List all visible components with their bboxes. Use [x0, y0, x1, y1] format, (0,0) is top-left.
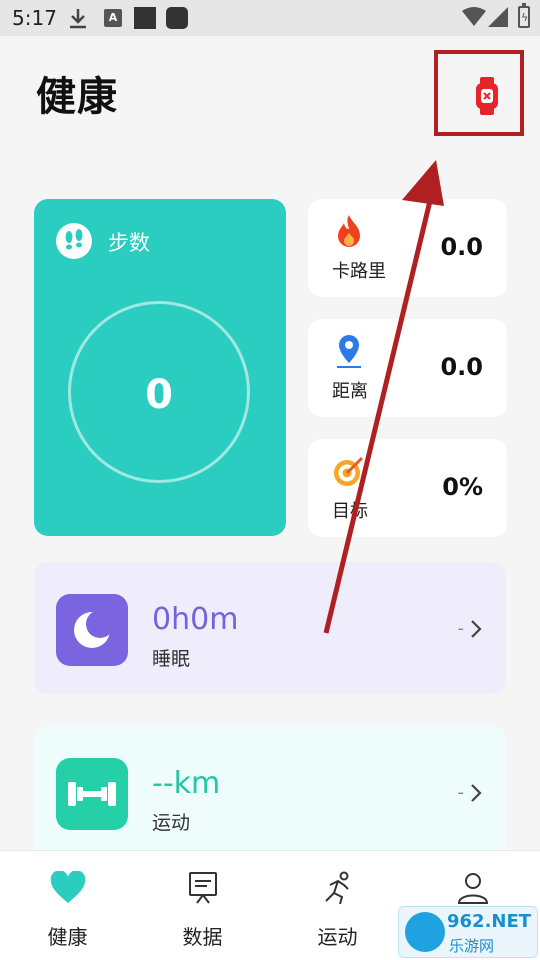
notification-a-icon: A: [104, 9, 122, 27]
battery-charging-glyph: ϟ: [521, 11, 529, 24]
sleep-trail-text: -: [457, 618, 465, 639]
sport-trail-text: -: [457, 782, 465, 803]
watch-connection-button[interactable]: [434, 50, 524, 136]
status-bar: 5:17 A ϟ: [0, 0, 540, 36]
watermark-name: 962.NET: [447, 911, 532, 932]
moon-icon: [56, 594, 128, 666]
location-pin-icon: [337, 335, 361, 368]
calories-card[interactable]: 卡路里 0.0: [308, 199, 507, 297]
goal-card[interactable]: 目标 0%: [308, 439, 507, 537]
notification-rounded-square-icon: [166, 7, 188, 29]
sport-value: --km: [152, 766, 221, 801]
runner-icon: [324, 871, 349, 905]
chart-board-icon: [188, 872, 217, 904]
watermark-logo-icon: [405, 912, 445, 952]
watch-disconnected-icon: [476, 77, 498, 115]
status-time: 5:17: [12, 6, 57, 30]
nav-label-data: 数据: [182, 925, 223, 949]
site-watermark: 962.NET 乐游网: [398, 906, 538, 958]
sleep-value: 0h0m: [152, 602, 239, 637]
download-icon: [70, 9, 86, 29]
notification-square-icon: [134, 7, 156, 29]
sleep-detail-link[interactable]: -: [458, 618, 483, 639]
steps-title: 步数: [108, 231, 150, 255]
steps-card[interactable]: 步数 0: [34, 199, 286, 536]
sport-label: 运动: [152, 812, 191, 834]
person-icon: [457, 873, 488, 904]
sport-card[interactable]: --km 运动 -: [34, 726, 506, 866]
steps-value: 0: [145, 372, 173, 418]
battery-icon: ϟ: [518, 3, 530, 28]
calories-value: 0.0: [440, 233, 483, 261]
heart-icon: [50, 871, 85, 903]
nav-item-sport[interactable]: 运动: [270, 851, 405, 960]
distance-card[interactable]: 距离 0.0: [308, 319, 507, 417]
cellular-signal-icon: [488, 7, 508, 27]
nav-label-health: 健康: [47, 925, 88, 949]
dumbbell-icon: [56, 758, 128, 830]
sleep-label: 睡眠: [152, 648, 191, 670]
steps-progress-ring: 0: [68, 301, 250, 483]
goal-label: 目标: [332, 501, 368, 522]
sleep-card[interactable]: 0h0m 睡眠 -: [34, 562, 506, 694]
watermark-subtitle: 乐游网: [449, 937, 495, 955]
chevron-right-icon: [471, 783, 482, 802]
footprints-icon: [56, 223, 92, 259]
goal-value: 0%: [442, 473, 483, 501]
sport-detail-link[interactable]: -: [458, 782, 483, 803]
distance-value: 0.0: [440, 353, 483, 381]
calories-label: 卡路里: [332, 261, 386, 282]
chevron-right-icon: [471, 619, 482, 638]
nav-item-data[interactable]: 数据: [135, 851, 270, 960]
page-title: 健康: [36, 74, 118, 120]
distance-label: 距离: [332, 381, 368, 402]
nav-label-sport: 运动: [317, 925, 358, 949]
target-icon: [334, 456, 364, 486]
flame-icon: [338, 215, 360, 247]
wifi-icon: [462, 7, 486, 26]
nav-item-health[interactable]: 健康: [0, 851, 135, 960]
